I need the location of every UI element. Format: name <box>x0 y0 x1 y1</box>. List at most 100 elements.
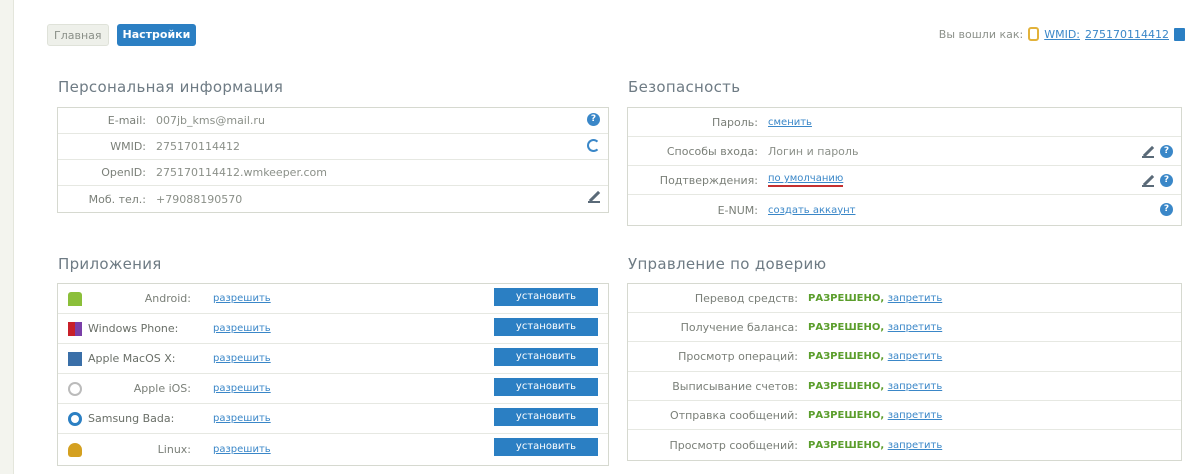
edit-icon[interactable] <box>1142 175 1154 187</box>
allowed-status: РАЗРЕШЕНО, <box>808 351 885 362</box>
allowed-status: РАЗРЕШЕНО, <box>808 321 885 333</box>
security-row-password: Пароль: сменить <box>628 108 1181 137</box>
trust-row: Просмотр операций: РАЗРЕШЕНО, запретить <box>628 342 1181 372</box>
deny-link[interactable]: запретить <box>888 293 943 304</box>
refresh-icon[interactable] <box>587 139 600 152</box>
allow-link[interactable]: разрешить <box>213 383 271 394</box>
phone-label: Моб. тел.: <box>88 192 146 206</box>
android-icon <box>68 291 82 306</box>
personal-title: Персональная информация <box>58 78 284 96</box>
openid-value: 275170114412.wmkeeper.com <box>156 166 327 179</box>
app-name: Linux: <box>157 443 191 456</box>
trust-row: Получение баланса: РАЗРЕШЕНО, запретить <box>628 313 1181 342</box>
login-methods-value: Логин и пароль <box>768 144 859 158</box>
email-value: 007jb_kms@mail.ru <box>156 114 265 127</box>
security-panel: Пароль: сменить Способы входа: Логин и п… <box>627 107 1182 226</box>
app-name: Apple MacOS X: <box>88 352 176 365</box>
left-strip <box>0 0 14 474</box>
macos-icon <box>68 351 82 366</box>
install-button[interactable]: установить <box>494 348 598 366</box>
edit-icon[interactable] <box>1142 146 1154 158</box>
app-row: Linux: разрешить установить <box>58 434 608 465</box>
keeper-icon <box>1028 27 1040 41</box>
apple-icon <box>68 381 82 396</box>
app-row: Android: разрешить установить <box>58 284 608 314</box>
deny-link[interactable]: запретить <box>888 440 943 451</box>
allow-link[interactable]: разрешить <box>213 323 271 334</box>
tab-settings[interactable]: Настройки <box>116 24 197 46</box>
trust-label: Получение баланса: <box>680 320 798 334</box>
wmid-label[interactable]: WMID: <box>1044 28 1080 41</box>
app-row: Samsung Bada: разрешить установить <box>58 404 608 434</box>
help-icon[interactable]: ? <box>1160 203 1173 216</box>
trust-label: Выписывание счетов: <box>672 379 798 393</box>
create-account-link[interactable]: создать аккаунт <box>768 205 856 216</box>
app-name: Samsung Bada: <box>88 412 175 425</box>
login-methods-label: Способы входа: <box>666 144 758 158</box>
bada-icon <box>68 411 82 426</box>
wmid-value[interactable]: 275170114412 <box>1085 28 1169 41</box>
edit-icon[interactable] <box>588 191 600 203</box>
allow-link[interactable]: разрешить <box>213 293 271 304</box>
help-icon[interactable]: ? <box>1160 174 1173 187</box>
trust-panel: Перевод средств: РАЗРЕШЕНО, запретить По… <box>627 283 1182 461</box>
tab-home[interactable]: Главная <box>47 24 109 46</box>
allow-link[interactable]: разрешить <box>213 444 271 455</box>
tab-bar: Главная Настройки <box>47 24 197 46</box>
wmid-row-value: 275170114412 <box>156 140 240 153</box>
trust-label: Перевод средств: <box>694 291 798 305</box>
login-info: Вы вошли как: WMID: 275170114412 <box>939 27 1185 41</box>
login-label: Вы вошли как: <box>938 27 1024 41</box>
email-label: E-mail: <box>107 114 146 127</box>
deny-link[interactable]: запретить <box>888 381 943 392</box>
allow-link[interactable]: разрешить <box>213 413 271 424</box>
trust-title: Управление по доверию <box>628 255 827 273</box>
trust-label: Просмотр операций: <box>678 350 798 363</box>
trust-row: Перевод средств: РАЗРЕШЕНО, запретить <box>628 284 1181 313</box>
allowed-status: РАЗРЕШЕНО, <box>808 409 885 421</box>
app-row: Windows Phone: разрешить установить <box>58 314 608 344</box>
wmid-row-label: WMID: <box>110 140 146 153</box>
trust-row: Просмотр сообщений: РАЗРЕШЕНО, запретить <box>628 430 1181 460</box>
deny-link[interactable]: запретить <box>888 410 943 421</box>
install-button[interactable]: установить <box>494 408 598 426</box>
security-title: Безопасность <box>628 78 741 96</box>
allowed-status: РАЗРЕШЕНО, <box>808 292 885 304</box>
install-button[interactable]: установить <box>494 318 598 336</box>
app-name: Windows Phone: <box>88 322 179 335</box>
deny-link[interactable]: запретить <box>888 322 943 333</box>
phone-value: +79088190570 <box>156 192 243 206</box>
personal-row-openid: OpenID: 275170114412.wmkeeper.com <box>58 160 608 186</box>
exit-icon[interactable] <box>1174 27 1185 41</box>
personal-row-phone: Моб. тел.: +79088190570 <box>58 186 608 212</box>
security-row-login-methods: Способы входа: Логин и пароль ? <box>628 137 1181 166</box>
security-row-enum: E-NUM: создать аккаунт ? <box>628 195 1181 225</box>
help-icon[interactable]: ? <box>1160 145 1173 158</box>
install-button[interactable]: установить <box>494 288 598 306</box>
apps-title: Приложения <box>58 255 162 273</box>
app-row: Apple iOS: разрешить установить <box>58 374 608 404</box>
linux-icon <box>68 442 82 457</box>
deny-link[interactable]: запретить <box>888 351 943 362</box>
enum-label: E-NUM: <box>717 203 758 217</box>
allowed-status: РАЗРЕШЕНО, <box>808 439 885 451</box>
personal-row-wmid: WMID: 275170114412 <box>58 134 608 160</box>
password-label: Пароль: <box>712 115 758 129</box>
trust-label: Отправка сообщений: <box>670 408 798 422</box>
help-icon[interactable]: ? <box>587 113 600 126</box>
confirmations-link[interactable]: по умолчанию <box>768 173 844 187</box>
personal-row-email: E-mail: 007jb_kms@mail.ru ? <box>58 108 608 134</box>
confirmations-label: Подтверждения: <box>659 173 758 187</box>
trust-label: Просмотр сообщений: <box>669 438 798 452</box>
trust-row: Отправка сообщений: РАЗРЕШЕНО, запретить <box>628 401 1181 430</box>
windows-icon <box>68 321 82 336</box>
security-row-confirmations: Подтверждения: по умолчанию ? <box>628 166 1181 195</box>
apps-panel: Android: разрешить установить Windows Ph… <box>57 283 609 466</box>
app-name: Apple iOS: <box>133 382 191 395</box>
install-button[interactable]: установить <box>494 378 598 396</box>
install-button[interactable]: установить <box>494 438 598 456</box>
openid-label: OpenID: <box>101 166 146 179</box>
trust-row: Выписывание счетов: РАЗРЕШЕНО, запретить <box>628 372 1181 401</box>
change-password-link[interactable]: сменить <box>768 117 812 128</box>
allow-link[interactable]: разрешить <box>213 353 271 364</box>
